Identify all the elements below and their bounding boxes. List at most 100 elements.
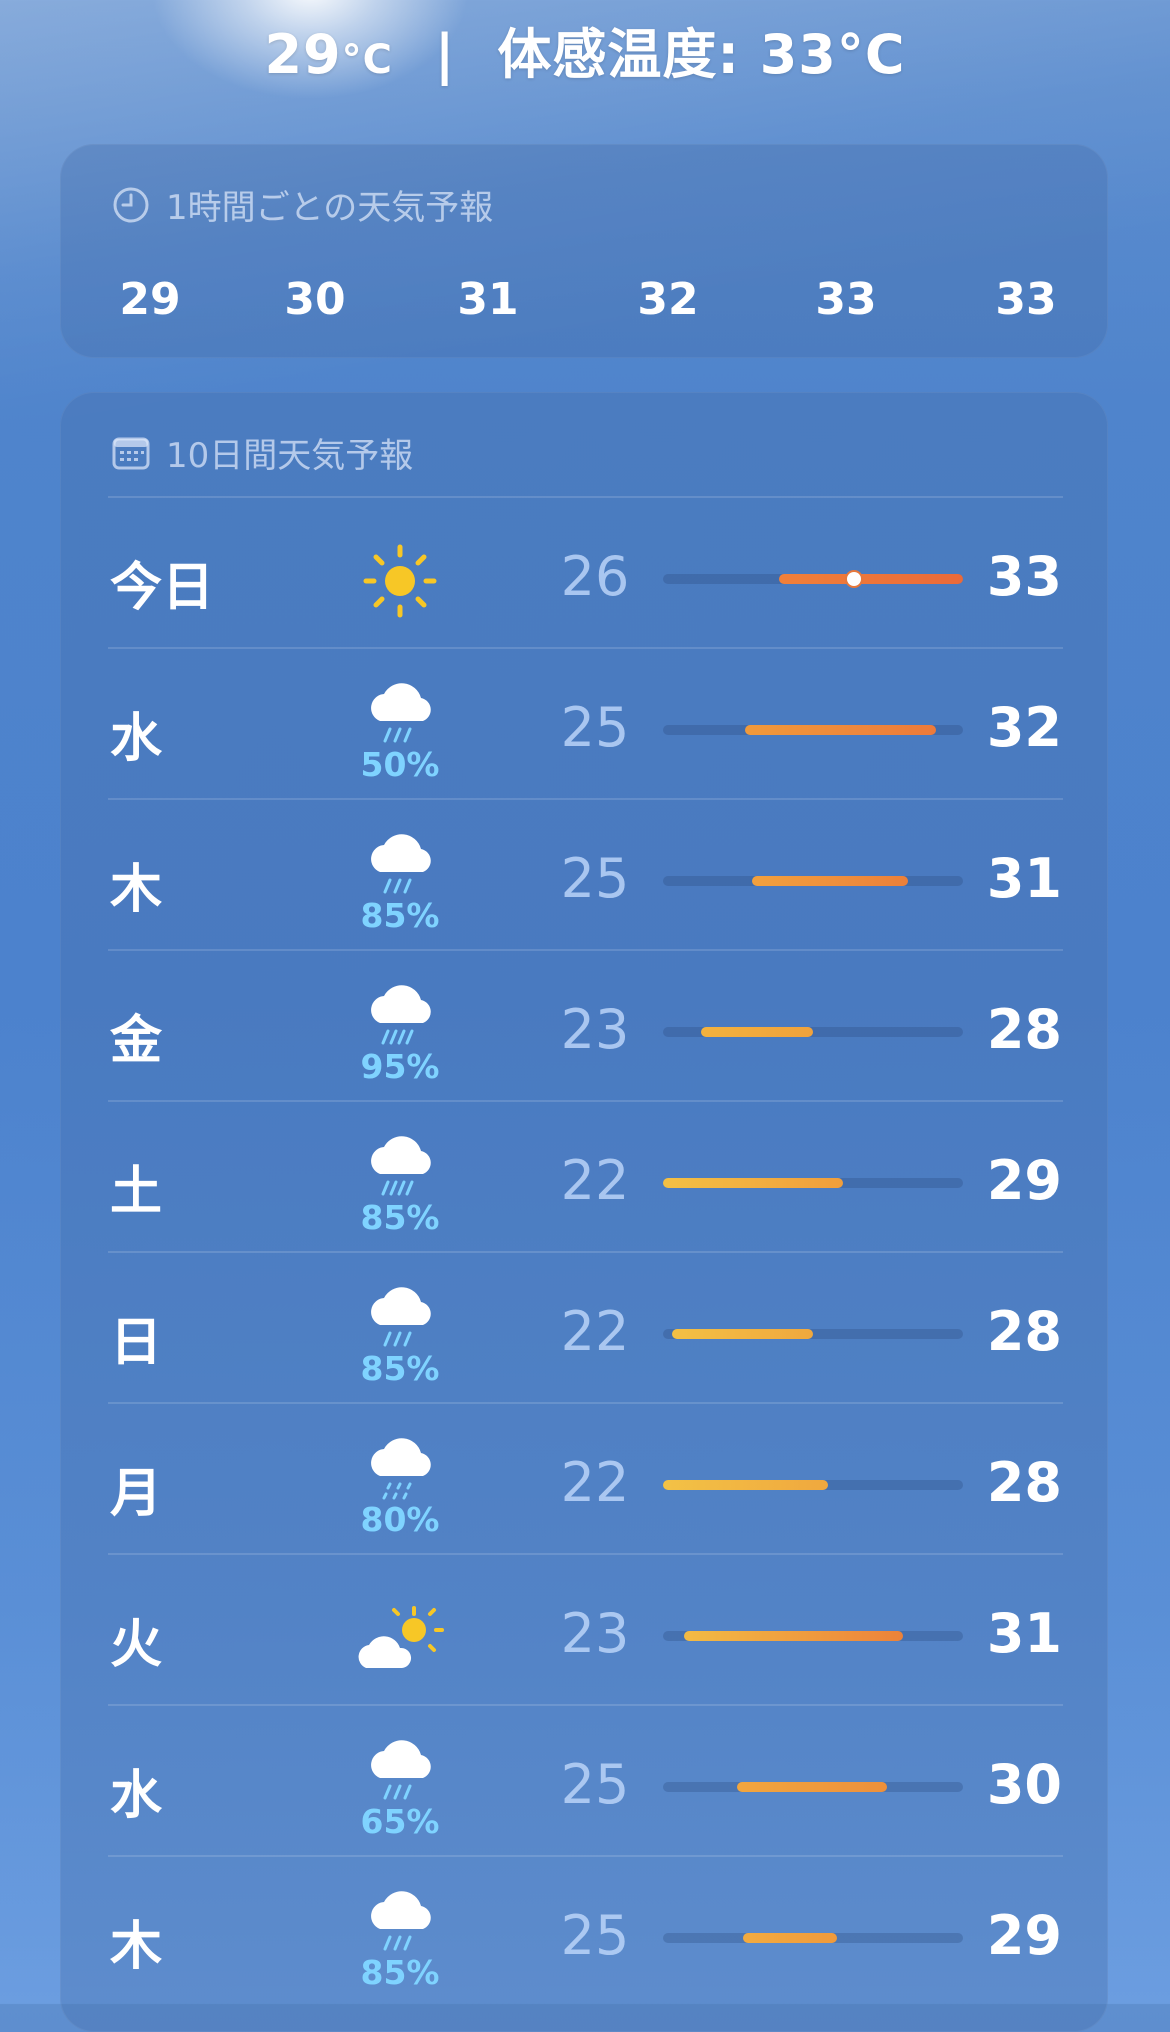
hourly-temps[interactable]: 29 30 31 32 33 33 bbox=[60, 274, 1108, 334]
current-conditions: 29°C | 体感温度: 33°C bbox=[0, 10, 1170, 89]
temp-range-fill bbox=[744, 725, 936, 735]
high-temp: 33 bbox=[986, 545, 1062, 608]
temp-range-fill bbox=[742, 1933, 837, 1943]
cloud-heavy-rain-icon-graphic bbox=[371, 985, 431, 1045]
temp-range-fill bbox=[751, 876, 909, 886]
hourly-temp: 33 bbox=[995, 274, 1057, 325]
condition: 85% bbox=[345, 822, 455, 942]
temp-range-bar bbox=[663, 1027, 963, 1037]
condition: 65% bbox=[345, 1728, 455, 1848]
high-temp: 30 bbox=[986, 1753, 1062, 1816]
temp-range-bar bbox=[663, 1480, 963, 1490]
day-row[interactable]: 金 95% 23 28 bbox=[60, 955, 1108, 1105]
hourly-forecast-title: 1時間ごとの天気予報 bbox=[166, 188, 494, 228]
current-temp: 29 bbox=[264, 23, 342, 86]
low-temp: 22 bbox=[560, 1451, 630, 1514]
condition bbox=[345, 1577, 455, 1697]
sun-icon bbox=[360, 541, 440, 621]
calendar-icon bbox=[112, 435, 150, 471]
day-row[interactable]: 日 85% 22 28 bbox=[60, 1257, 1108, 1407]
temp-range-fill bbox=[736, 1782, 887, 1792]
cloud-rain-icon bbox=[360, 822, 440, 898]
feels-like-temp: 体感温度: 33°C bbox=[497, 23, 906, 86]
ten-day-forecast-card[interactable]: 10日間天気予報 今日 26 33 水 50% 25 32 木 85% 25 3… bbox=[60, 392, 1108, 2032]
hourly-forecast-card[interactable]: 1時間ごとの天気予報 29 30 31 32 33 33 bbox=[60, 144, 1108, 358]
clock-icon bbox=[112, 186, 150, 224]
precip-chance: 85% bbox=[360, 896, 440, 935]
ten-day-forecast-title: 10日間天気予報 bbox=[166, 436, 414, 476]
row-divider bbox=[108, 647, 1063, 649]
high-temp: 31 bbox=[986, 1602, 1062, 1665]
row-divider bbox=[108, 1855, 1063, 1857]
hourly-temp: 31 bbox=[457, 274, 519, 325]
condition bbox=[345, 520, 455, 640]
day-label: 水 bbox=[110, 709, 163, 769]
day-label: 火 bbox=[110, 1615, 163, 1675]
separator: | bbox=[434, 23, 456, 86]
cloud-rain-icon-graphic bbox=[371, 834, 431, 894]
precip-chance: 65% bbox=[360, 1802, 440, 1841]
condition: 85% bbox=[345, 1879, 455, 1999]
day-row[interactable]: 土 85% 22 29 bbox=[60, 1106, 1108, 1256]
condition: 80% bbox=[345, 1426, 455, 1546]
current-temp-unit: °C bbox=[341, 37, 393, 83]
cloud-rain-icon bbox=[360, 1275, 440, 1351]
temp-range-bar bbox=[663, 1933, 963, 1943]
cloud-heavy-rain-icon bbox=[360, 973, 440, 1049]
day-label: 日 bbox=[110, 1313, 163, 1373]
precip-chance: 50% bbox=[360, 745, 440, 784]
condition: 85% bbox=[345, 1124, 455, 1244]
cloud-heavy-rain-icon-graphic bbox=[371, 1136, 431, 1196]
hourly-forecast-header: 1時間ごとの天気予報 bbox=[112, 180, 493, 229]
cloud-rain-icon-graphic bbox=[371, 1891, 431, 1951]
temp-range-bar bbox=[663, 1631, 963, 1641]
precip-chance: 80% bbox=[360, 1500, 440, 1539]
temp-range-bar bbox=[663, 1178, 963, 1188]
day-label: 水 bbox=[110, 1766, 163, 1826]
precip-chance: 95% bbox=[360, 1047, 440, 1086]
day-row[interactable]: 水 50% 25 32 bbox=[60, 653, 1108, 803]
precip-chance: 85% bbox=[360, 1198, 440, 1237]
temp-range-bar bbox=[663, 572, 963, 586]
cloud-drizzle-icon bbox=[360, 1426, 440, 1502]
hourly-temp: 29 bbox=[119, 274, 181, 325]
high-temp: 28 bbox=[986, 998, 1062, 1061]
cloud-rain-icon-graphic bbox=[371, 683, 431, 743]
low-temp: 23 bbox=[560, 1602, 630, 1665]
day-row[interactable]: 水 65% 25 30 bbox=[60, 1710, 1108, 1860]
day-row[interactable]: 木 85% 25 29 bbox=[60, 1861, 1108, 2011]
condition: 85% bbox=[345, 1275, 455, 1395]
temp-range-fill bbox=[663, 1178, 843, 1188]
ten-day-forecast-header: 10日間天気予報 bbox=[112, 428, 413, 477]
hourly-temp: 32 bbox=[637, 274, 699, 325]
low-temp: 26 bbox=[560, 545, 630, 608]
high-temp: 29 bbox=[986, 1149, 1062, 1212]
cloud-rain-icon bbox=[360, 1728, 440, 1804]
temp-range-fill bbox=[778, 574, 963, 584]
temp-range-fill bbox=[684, 1631, 903, 1641]
day-label: 木 bbox=[110, 860, 163, 920]
day-row[interactable]: 火 23 31 bbox=[60, 1559, 1108, 1709]
temp-range-bar bbox=[663, 725, 963, 735]
row-divider bbox=[108, 1251, 1063, 1253]
row-divider bbox=[108, 1100, 1063, 1102]
low-temp: 25 bbox=[560, 1904, 630, 1967]
day-label: 土 bbox=[110, 1162, 163, 1222]
day-row[interactable]: 今日 26 33 bbox=[60, 502, 1108, 652]
high-temp: 31 bbox=[986, 847, 1062, 910]
partly-cloudy-icon-graphic bbox=[358, 1606, 444, 1668]
day-row[interactable]: 木 85% 25 31 bbox=[60, 804, 1108, 954]
row-divider bbox=[108, 1704, 1063, 1706]
low-temp: 22 bbox=[560, 1300, 630, 1363]
day-row[interactable]: 月 80% 22 28 bbox=[60, 1408, 1108, 1558]
hourly-temp: 30 bbox=[284, 274, 346, 325]
row-divider bbox=[108, 1402, 1063, 1404]
day-label: 月 bbox=[110, 1464, 163, 1524]
day-label: 今日 bbox=[110, 558, 215, 618]
row-divider bbox=[108, 798, 1063, 800]
current-temp-indicator bbox=[846, 572, 861, 586]
low-temp: 25 bbox=[560, 696, 630, 759]
temp-range-fill bbox=[663, 1480, 828, 1490]
precip-chance: 85% bbox=[360, 1953, 440, 1992]
row-divider bbox=[108, 1553, 1063, 1555]
